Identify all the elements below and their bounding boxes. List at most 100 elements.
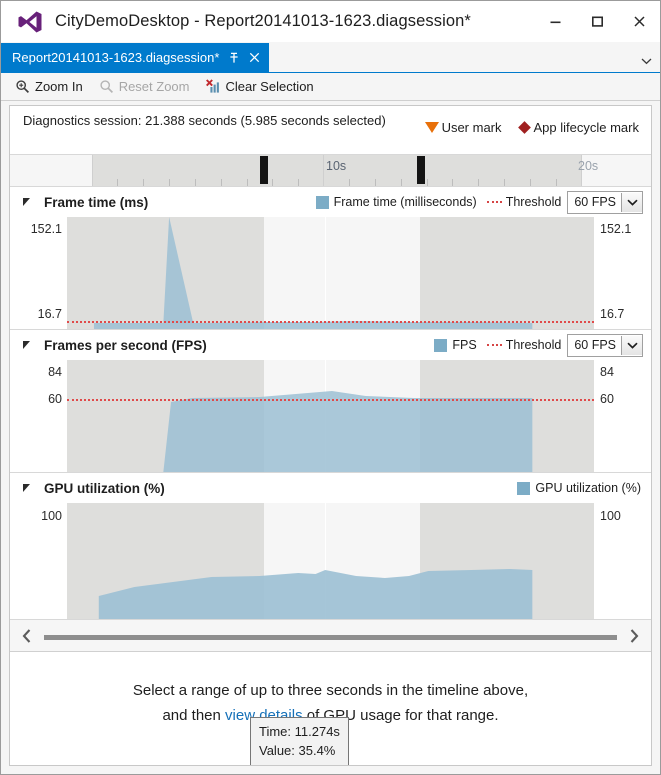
- session-summary-bar: Diagnostics session: 21.388 seconds (5.9…: [10, 106, 651, 155]
- axis-max-label: 100: [600, 509, 621, 523]
- zoom-in-button[interactable]: Zoom In: [14, 79, 83, 95]
- chart-header-frame-time: Frame time (ms) Frame time (milliseconds…: [10, 187, 651, 217]
- legend-fps: FPS: [434, 338, 477, 352]
- timeline-ruler[interactable]: 10s 20s: [10, 155, 651, 187]
- collapse-triangle-icon[interactable]: [16, 340, 38, 350]
- ruler-tick: [375, 179, 376, 186]
- chart-title-gpu: GPU utilization (%): [44, 480, 165, 496]
- axis-threshold-label: 60: [600, 392, 614, 406]
- ruler-tick: [478, 179, 479, 186]
- ruler-divider: [323, 155, 324, 186]
- legend-label: FPS: [452, 338, 477, 352]
- threshold-legend-fps: Threshold: [486, 338, 561, 352]
- chart-controls-gpu: GPU utilization (%): [517, 473, 643, 503]
- plot-area-frame-time[interactable]: [67, 217, 594, 329]
- legend-frame-time: Frame time (milliseconds): [315, 195, 477, 209]
- threshold-line-icon: [486, 201, 502, 203]
- ruler-tick: [298, 179, 299, 186]
- diagnostics-toolbar: Zoom In Reset Zoom Clear Selection: [1, 73, 660, 101]
- chart-section-fps: Frames per second (FPS) FPS Threshold 60…: [10, 330, 651, 473]
- ruler-tick: [452, 179, 453, 186]
- plot-area-gpu[interactable]: [67, 503, 594, 619]
- legend-swatch-icon: [315, 195, 329, 209]
- axis-max-label: 100: [41, 509, 62, 523]
- chevron-right-icon[interactable]: [617, 620, 651, 651]
- threshold-line-icon: [486, 344, 502, 346]
- selection-start-handle[interactable]: [260, 156, 268, 184]
- diamond-marker-icon: [517, 121, 531, 134]
- tab-label: Report20141013-1623.diagsession*: [12, 50, 220, 65]
- chart-controls-frame-time: Frame time (milliseconds) Threshold 60 F…: [315, 187, 643, 217]
- timeline-scrollbar[interactable]: [10, 620, 651, 652]
- maximize-button[interactable]: [576, 4, 618, 40]
- pin-icon[interactable]: [228, 52, 240, 64]
- threshold-dropdown-value: 60 FPS: [574, 338, 616, 352]
- triangle-marker-icon: [424, 122, 439, 133]
- title-bar: CityDemoDesktop - Report20141013-1623.di…: [1, 1, 660, 42]
- reset-zoom-button[interactable]: Reset Zoom: [98, 79, 190, 95]
- application-window: CityDemoDesktop - Report20141013-1623.di…: [0, 0, 661, 775]
- chart-value-tooltip: Time: 11.274s Value: 35.4%: [250, 717, 349, 765]
- axis-max-label: 152.1: [600, 222, 632, 236]
- clear-selection-label: Clear Selection: [225, 79, 314, 94]
- tab-strip: Report20141013-1623.diagsession*: [1, 42, 660, 73]
- close-button[interactable]: [618, 4, 660, 40]
- series-fps: [93, 391, 533, 472]
- scrollbar-track[interactable]: [44, 635, 617, 640]
- chart-title-fps: Frames per second (FPS): [44, 337, 207, 353]
- collapse-triangle-icon[interactable]: [16, 197, 38, 207]
- chart-plot-frame-time[interactable]: 152.1 16.7 152.1 16.7: [10, 217, 651, 329]
- ruler-tick: [247, 179, 248, 186]
- chevron-down-icon[interactable]: [621, 192, 642, 212]
- footer-text-pre: and then: [162, 707, 226, 724]
- ruler-tick: [272, 179, 273, 186]
- ruler-label-10s: 10s: [326, 159, 347, 173]
- threshold-legend-frame-time: Threshold: [486, 195, 562, 209]
- chevron-down-icon[interactable]: [621, 335, 642, 355]
- y-axis-right-fps: 84 60: [594, 360, 651, 472]
- threshold-label: Threshold: [505, 195, 562, 209]
- ruler-tick: [221, 179, 222, 186]
- legend-app-lifecycle-mark: App lifecycle mark: [517, 120, 639, 135]
- threshold-line-fps: [67, 399, 594, 401]
- legend-label: Frame time (milliseconds): [333, 195, 477, 209]
- minimize-button[interactable]: [534, 4, 576, 40]
- ruler-tick: [349, 179, 350, 186]
- close-icon[interactable]: [249, 52, 260, 63]
- ruler-tick: [401, 179, 402, 186]
- collapse-triangle-icon[interactable]: [16, 483, 38, 493]
- y-axis-right-gpu: 100: [594, 503, 651, 619]
- chart-section-frame-time: Frame time (ms) Frame time (milliseconds…: [10, 187, 651, 330]
- ruler-label-20s: 20s: [578, 159, 599, 173]
- legend-swatch-icon: [517, 481, 531, 495]
- chart-controls-fps: FPS Threshold 60 FPS: [434, 330, 643, 360]
- chart-plot-gpu[interactable]: 100 100: [10, 503, 651, 619]
- tab-diagsession[interactable]: Report20141013-1623.diagsession*: [1, 43, 270, 72]
- window-title: CityDemoDesktop - Report20141013-1623.di…: [55, 12, 471, 30]
- threshold-dropdown-fps[interactable]: 60 FPS: [567, 333, 643, 357]
- chevron-left-icon[interactable]: [10, 620, 44, 651]
- selection-end-handle[interactable]: [417, 156, 425, 184]
- clear-selection-icon: [205, 79, 222, 95]
- axis-min-label: 16.7: [600, 307, 625, 321]
- legend-user-mark: User mark: [424, 120, 502, 135]
- clear-selection-button[interactable]: Clear Selection: [205, 79, 314, 95]
- footer-line-1: Select a range of up to three seconds in…: [132, 682, 529, 699]
- chart-plot-fps[interactable]: 84 60 84 60: [10, 360, 651, 472]
- ruler-tick: [169, 179, 170, 186]
- chart-header-fps: Frames per second (FPS) FPS Threshold 60…: [10, 330, 651, 360]
- marks-legend: User mark App lifecycle mark: [409, 120, 639, 135]
- chevron-down-icon[interactable]: [641, 57, 652, 68]
- ruler-tick: [556, 179, 557, 186]
- session-summary-text: Diagnostics session: 21.388 seconds (5.9…: [23, 113, 386, 128]
- series-gpu: [98, 569, 533, 619]
- threshold-dropdown-value: 60 FPS: [574, 195, 616, 209]
- legend-label: GPU utilization (%): [535, 481, 641, 495]
- tooltip-value: Value: 35.4%: [259, 743, 336, 758]
- plot-area-fps[interactable]: [67, 360, 594, 472]
- threshold-dropdown-frame-time[interactable]: 60 FPS: [567, 190, 643, 214]
- axis-max-label: 152.1: [30, 222, 62, 236]
- chart-header-gpu: GPU utilization (%) GPU utilization (%): [10, 473, 651, 503]
- axis-min-label: 16.7: [37, 307, 62, 321]
- legend-swatch-icon: [434, 338, 448, 352]
